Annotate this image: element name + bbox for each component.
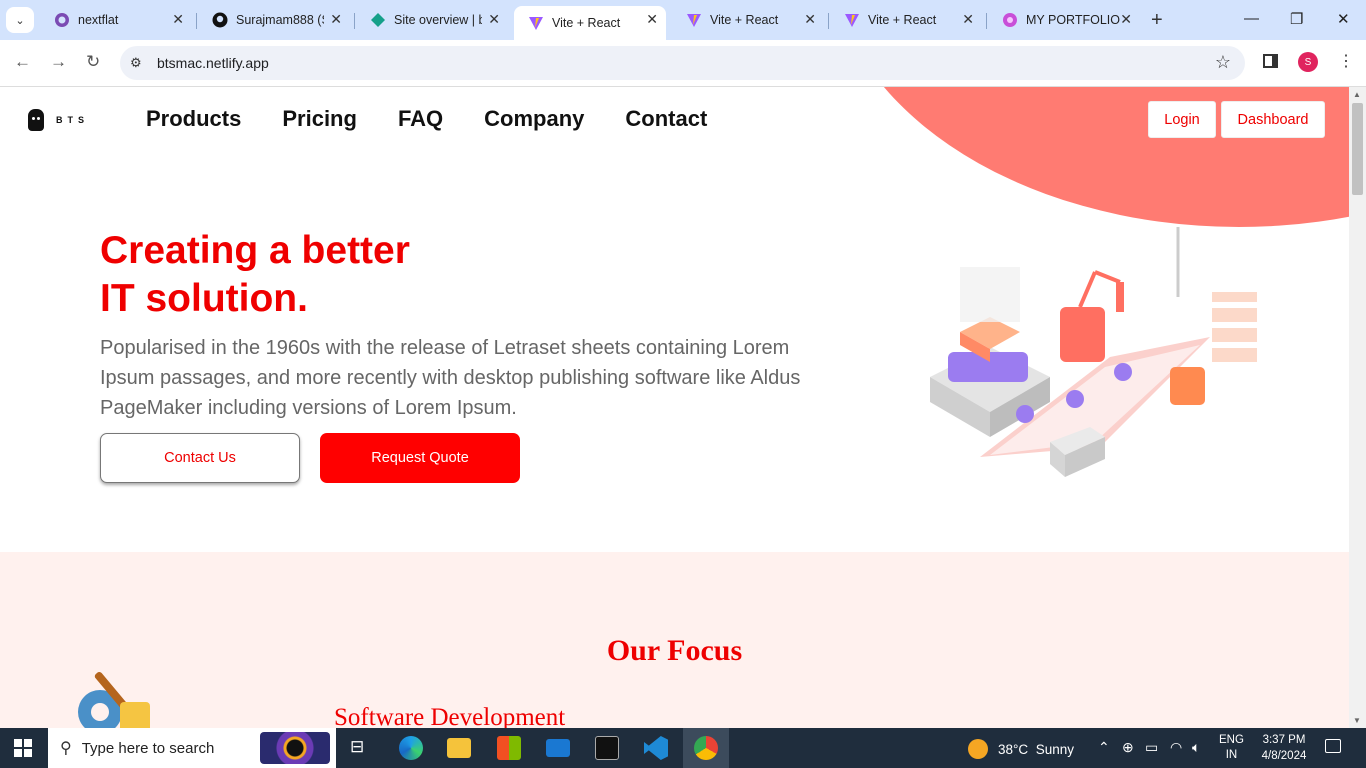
windows-taskbar: ⚲ Type here to search ⊟ 38°C Sunny ⌃ ⊕ ▭… <box>0 728 1366 768</box>
close-icon[interactable]: ✕ <box>172 11 184 28</box>
restore-icon[interactable]: ❐ <box>1290 10 1303 28</box>
close-window-icon[interactable]: ✕ <box>1337 10 1350 28</box>
request-quote-button[interactable]: Request Quote <box>320 433 520 483</box>
new-tab-button[interactable]: + <box>1151 9 1163 32</box>
browser-toolbar: ← → ↻ ⚙ btsmac.netlify.app ☆ S ⋮ <box>0 40 1366 87</box>
lang-code: ENG <box>1219 734 1244 746</box>
vite-icon <box>686 12 702 28</box>
file-explorer-icon[interactable] <box>447 738 471 758</box>
search-highlight-icon <box>260 732 330 764</box>
dashboard-button[interactable]: Dashboard <box>1221 101 1325 138</box>
forward-arrow-icon[interactable]: → <box>50 52 67 72</box>
reload-icon[interactable]: ↻ <box>86 52 100 72</box>
scroll-down-icon[interactable]: ▼ <box>1353 716 1361 725</box>
nav-company[interactable]: Company <box>484 106 584 132</box>
vite-icon <box>528 15 544 31</box>
page-scrollbar[interactable]: ▲ ▼ <box>1349 87 1366 728</box>
tab-strip: ⌄ nextflat ✕ Surajmam888 (S ✕ Site overv… <box>0 0 1366 40</box>
task-view-icon[interactable]: ⊟ <box>350 737 364 757</box>
vscode-icon[interactable] <box>644 736 668 760</box>
tab-vite-react[interactable]: Vite + React ✕ <box>672 6 824 34</box>
scroll-thumb[interactable] <box>1352 103 1363 195</box>
windows-start-icon[interactable] <box>14 739 32 757</box>
netlify-icon <box>370 12 386 28</box>
taskbar-search-box[interactable]: ⚲ Type here to search <box>48 728 336 768</box>
chrome-icon[interactable] <box>694 736 718 760</box>
notification-icon[interactable] <box>1325 739 1341 753</box>
close-icon[interactable]: ✕ <box>804 11 816 28</box>
edge-icon[interactable] <box>399 736 423 760</box>
mail-icon[interactable] <box>546 739 570 757</box>
tab-nextflat[interactable]: nextflat ✕ <box>40 6 192 34</box>
focus-item-title: Software Development <box>334 704 566 728</box>
chevron-down-icon: ⌄ <box>15 14 25 27</box>
hero-title: Creating a better IT solution. <box>100 227 410 323</box>
tab-search-dropdown[interactable]: ⌄ <box>6 7 34 33</box>
weather-widget[interactable]: 38°C Sunny <box>968 739 1074 759</box>
taskbar-clock[interactable]: 3:37 PM 4/8/2024 <box>1252 732 1316 764</box>
minimize-icon[interactable]: — <box>1244 10 1259 27</box>
url-text[interactable]: btsmac.netlify.app <box>157 55 269 71</box>
more-menu-icon[interactable]: ⋮ <box>1338 51 1354 71</box>
nav-pricing[interactable]: Pricing <box>282 106 357 132</box>
site-info-icon[interactable]: ⚙ <box>130 55 142 71</box>
microsoft-store-icon[interactable] <box>497 736 521 760</box>
tab-vite-react-active[interactable]: Vite + React ✕ <box>514 6 666 40</box>
main-nav: Products Pricing FAQ Company Contact <box>146 106 748 132</box>
tab-title: Surajmam888 (S <box>236 13 324 27</box>
volume-icon[interactable]: 🔈︎ <box>1192 739 1200 756</box>
language-indicator[interactable]: ENG IN <box>1219 733 1244 763</box>
battery-icon[interactable]: ▭ <box>1145 739 1158 756</box>
lang-region: IN <box>1225 749 1238 761</box>
nextflat-favicon-icon <box>54 12 70 28</box>
hero-title-line2: IT solution. <box>100 277 308 320</box>
nav-contact[interactable]: Contact <box>625 106 707 132</box>
weather-condition: Sunny <box>1035 741 1074 757</box>
gear-wrench-icon <box>78 671 150 728</box>
close-icon[interactable]: ✕ <box>646 11 658 28</box>
portfolio-favicon-icon <box>1002 12 1018 28</box>
clock-date: 4/8/2024 <box>1261 750 1307 762</box>
tab-netlify[interactable]: Site overview | b ✕ <box>356 6 508 34</box>
close-icon[interactable]: ✕ <box>330 11 342 28</box>
tab-github[interactable]: Surajmam888 (S ✕ <box>198 6 350 34</box>
vite-icon <box>844 12 860 28</box>
wifi-icon[interactable]: ◠ <box>1170 739 1182 756</box>
search-icon: ⚲ <box>60 740 72 757</box>
factory-illustration <box>930 227 1257 477</box>
search-placeholder: Type here to search <box>81 739 215 757</box>
bookmark-star-icon[interactable]: ☆ <box>1215 52 1231 73</box>
chevron-up-icon[interactable]: ⌃ <box>1098 739 1110 756</box>
close-icon[interactable]: ✕ <box>488 11 500 28</box>
logo-text: BTS <box>56 115 89 125</box>
back-arrow-icon[interactable]: ← <box>14 52 31 72</box>
nav-products[interactable]: Products <box>146 106 241 132</box>
focus-title: Our Focus <box>606 634 743 667</box>
nav-faq[interactable]: FAQ <box>398 106 443 132</box>
bts-logo-icon <box>28 109 44 131</box>
login-button[interactable]: Login <box>1148 101 1216 138</box>
scroll-up-icon[interactable]: ▲ <box>1353 90 1361 99</box>
github-icon <box>212 12 228 28</box>
tab-vite-react[interactable]: Vite + React ✕ <box>830 6 982 34</box>
our-focus-section: Our Focus Software Development <box>0 552 1349 728</box>
clock-time: 3:37 PM <box>1262 734 1306 746</box>
site-logo[interactable]: BTS <box>28 109 89 131</box>
address-bar[interactable]: ⚙ btsmac.netlify.app ☆ <box>120 46 1245 80</box>
weather-temp: 38°C <box>998 741 1029 757</box>
tab-portfolio[interactable]: MY PORTFOLIO ✕ <box>988 6 1140 34</box>
hero-description: Popularised in the 1960s with the releas… <box>100 337 801 419</box>
terminal-icon[interactable] <box>595 736 619 760</box>
sun-icon <box>968 739 988 759</box>
meet-icon[interactable]: ⊕ <box>1122 739 1134 756</box>
tab-title: Site overview | b <box>394 13 482 27</box>
web-page: BTS Products Pricing FAQ Company Contact… <box>0 87 1349 728</box>
contact-us-button[interactable]: Contact Us <box>100 433 300 483</box>
hero-title-line1: Creating a better <box>100 229 410 272</box>
side-panel-icon[interactable] <box>1263 54 1278 68</box>
close-icon[interactable]: ✕ <box>962 11 974 28</box>
close-icon[interactable]: ✕ <box>1120 11 1132 28</box>
profile-avatar[interactable]: S <box>1298 52 1318 72</box>
